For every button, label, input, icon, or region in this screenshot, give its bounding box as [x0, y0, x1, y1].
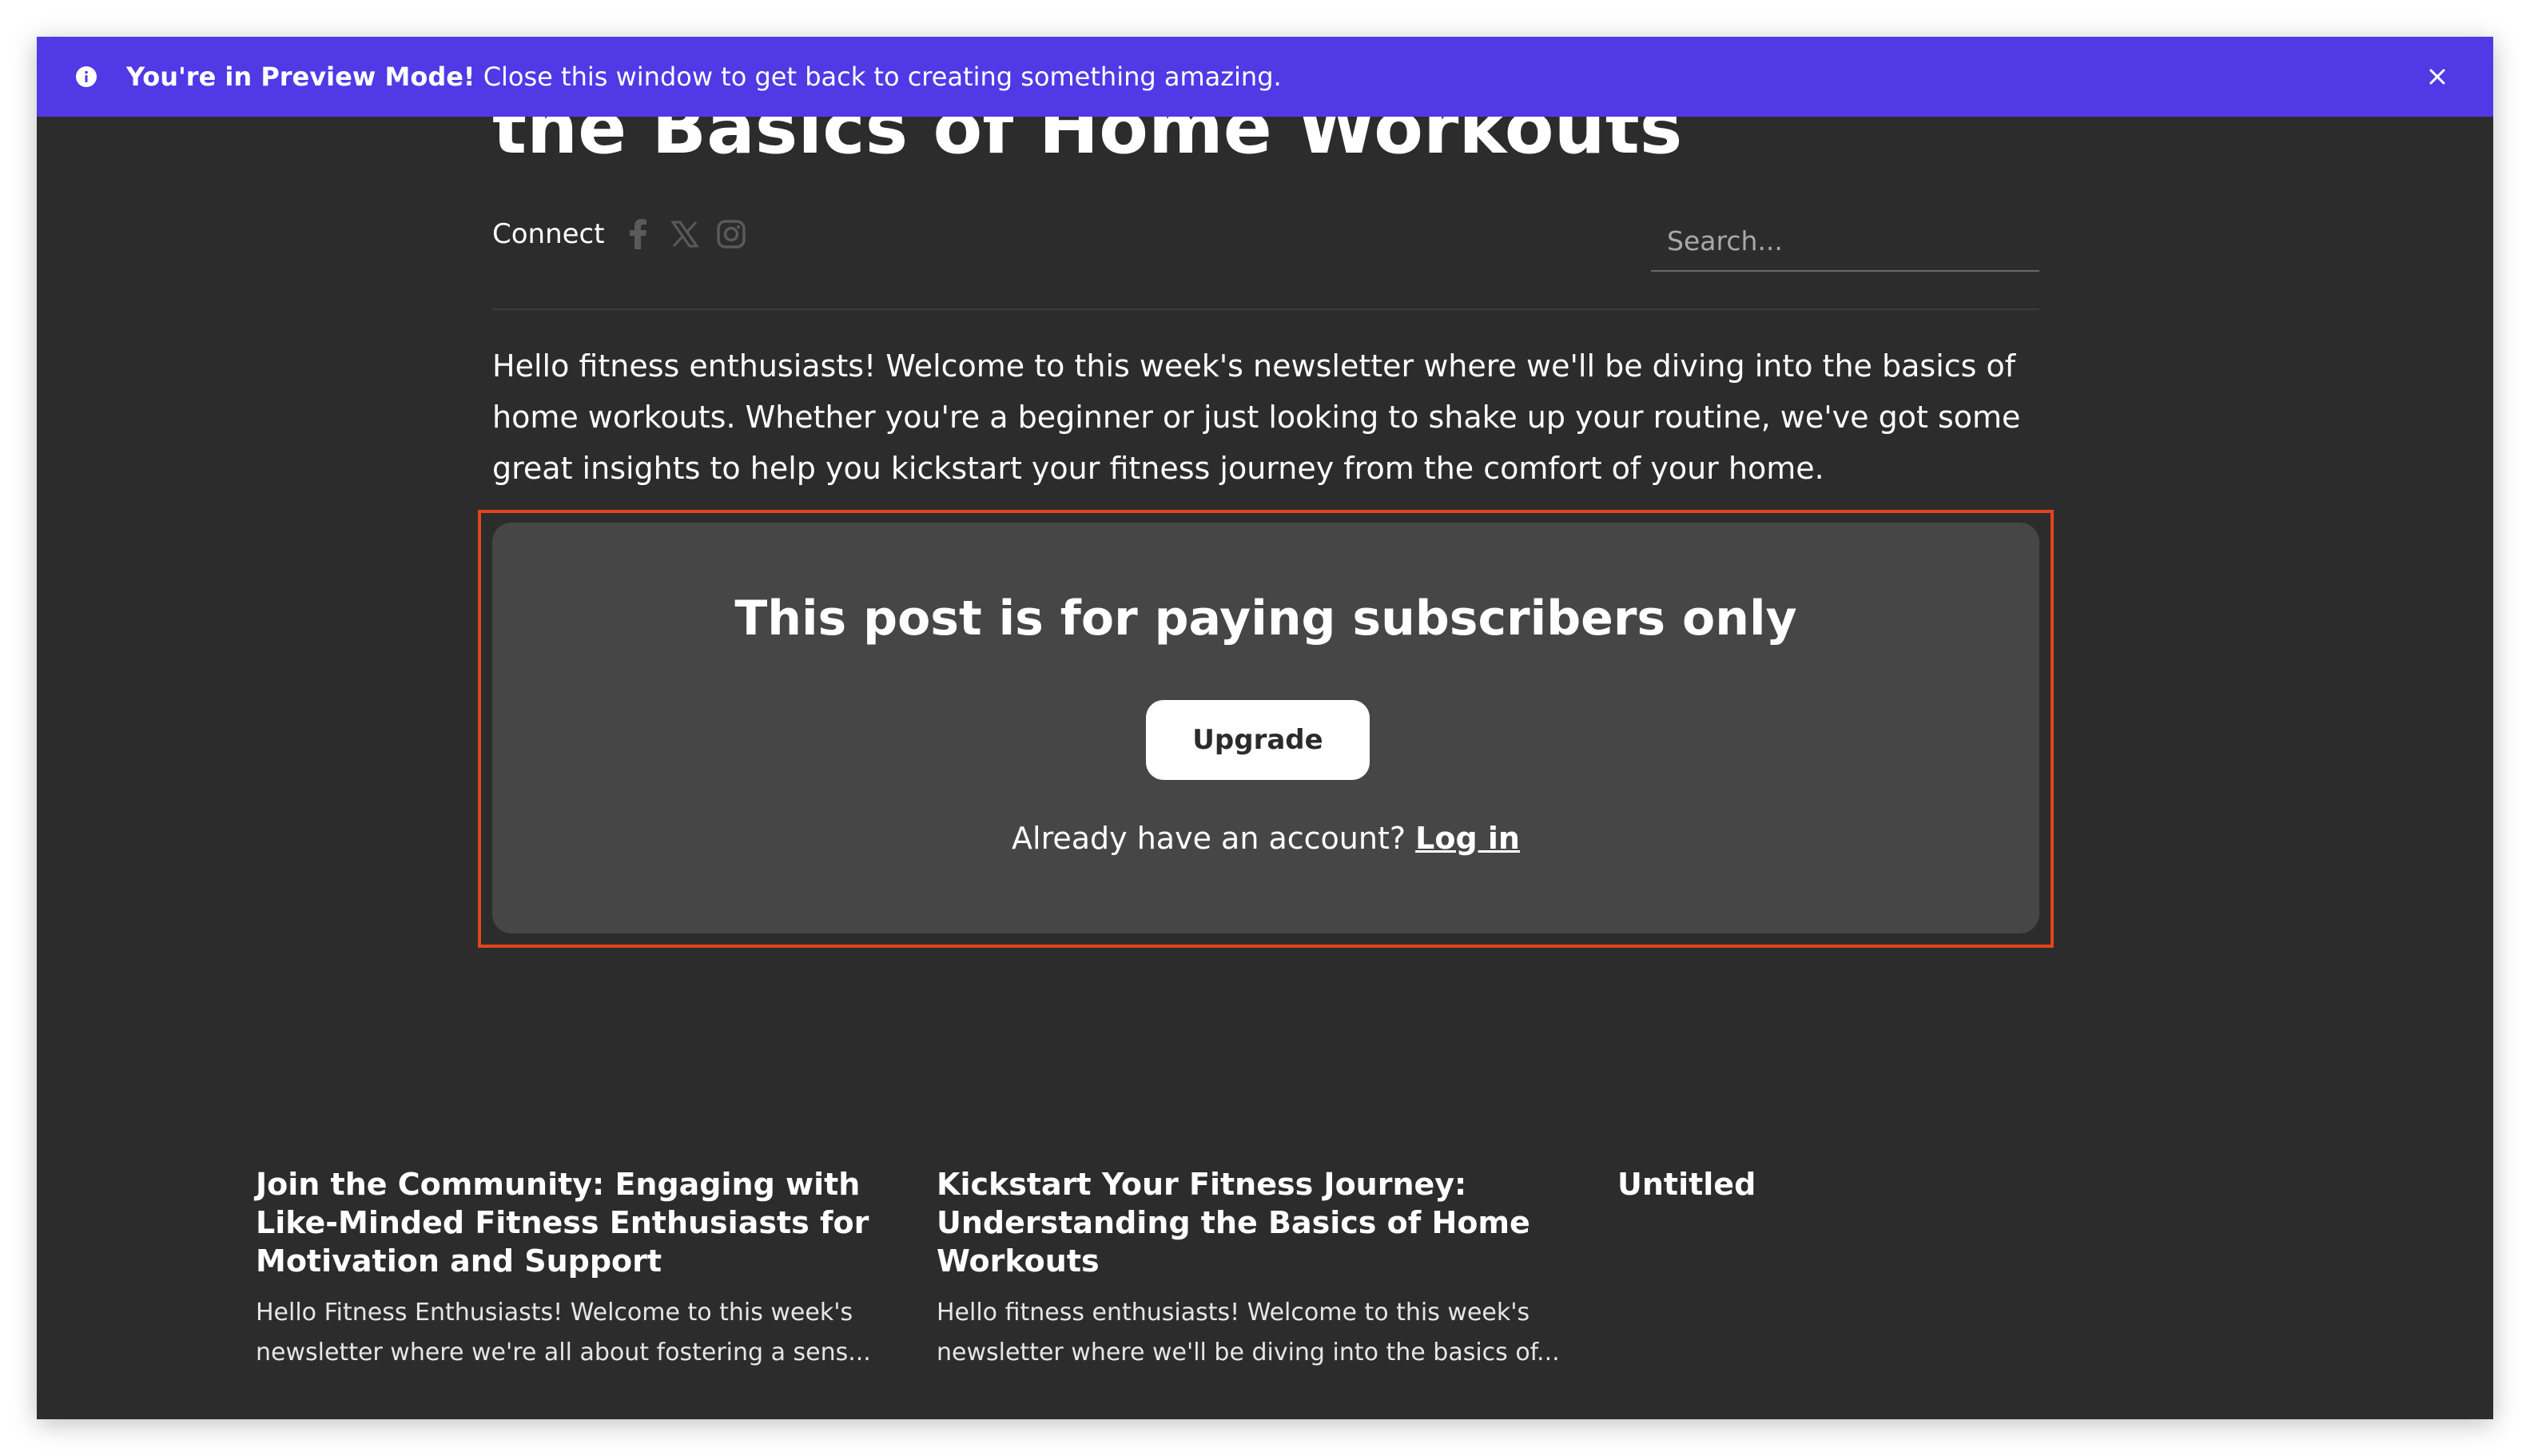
account-prompt-text: Already have an account? [1012, 821, 1416, 856]
divider [492, 308, 2039, 310]
related-post-title[interactable]: Kickstart Your Fitness Journey: Understa… [937, 1165, 1576, 1280]
related-post-excerpt: Hello Fitness Enthusiasts! Welcome to th… [256, 1299, 871, 1366]
close-icon[interactable] [2421, 61, 2453, 93]
related-post-excerpt: Hello fitness enthusiasts! Welcome to th… [937, 1299, 1560, 1366]
related-post-title[interactable]: Join the Community: Engaging with Like-M… [256, 1165, 895, 1280]
related-post-card[interactable]: Join the Community: Engaging with Like-M… [256, 1165, 895, 1373]
x-icon[interactable] [669, 218, 701, 250]
upgrade-button[interactable]: Upgrade [1146, 700, 1370, 780]
related-post-card[interactable]: Untitled [1617, 1165, 2257, 1216]
login-link[interactable]: Log in [1415, 821, 1520, 856]
browser-window: You're in Preview Mode! Close this windo… [37, 37, 2493, 1419]
facebook-icon[interactable] [623, 218, 654, 250]
paywall-title: This post is for paying subscribers only [734, 591, 1797, 646]
preview-banner-message: Close this window to get back to creatin… [475, 62, 1282, 92]
preview-mode-banner: You're in Preview Mode! Close this windo… [37, 37, 2493, 117]
preview-banner-strong: You're in Preview Mode! [126, 62, 475, 92]
search-input[interactable] [1651, 211, 2039, 272]
related-post-title[interactable]: Untitled [1617, 1165, 2257, 1203]
connect-label: Connect [492, 218, 605, 250]
info-icon [75, 66, 97, 88]
paywall-box: This post is for paying subscribers only… [492, 523, 2039, 933]
login-prompt: Already have an account? Log in [492, 818, 2039, 858]
connect-bar: Connect [492, 214, 762, 254]
post-intro: Hello fitness enthusiasts! Welcome to th… [492, 348, 2021, 486]
instagram-icon[interactable] [715, 218, 747, 250]
preview-banner-text: You're in Preview Mode! Close this windo… [126, 37, 1282, 117]
related-post-card[interactable]: Kickstart Your Fitness Journey: Understa… [937, 1165, 1576, 1373]
